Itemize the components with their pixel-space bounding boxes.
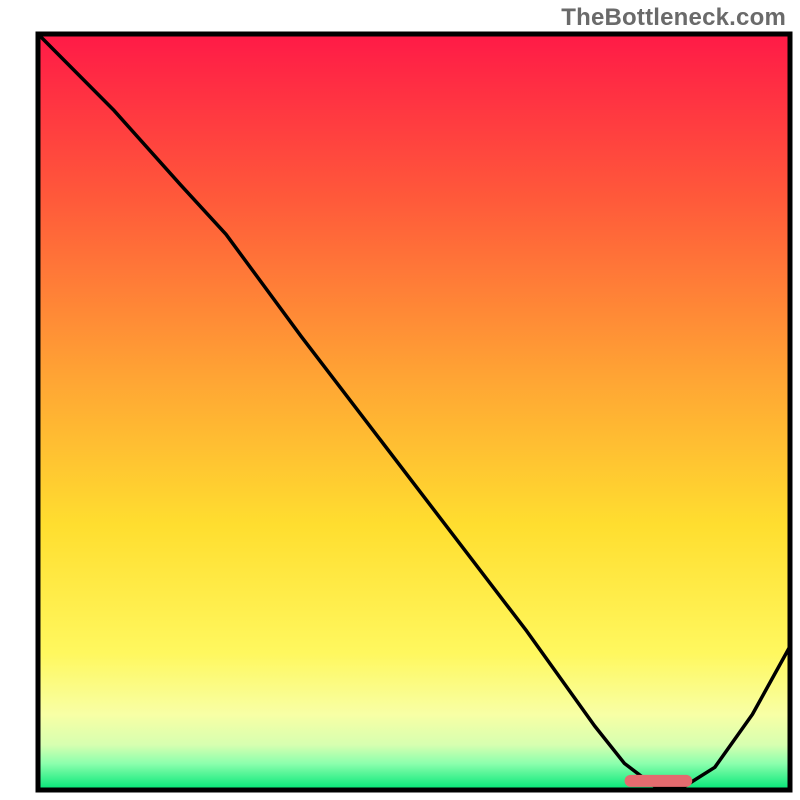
plot-area [38,34,790,790]
chart-container: { "watermark": "TheBottleneck.com", "col… [0,0,800,800]
bottleneck-chart [0,0,800,800]
optimal-range-marker [625,775,693,787]
watermark-text: TheBottleneck.com [561,4,786,32]
plot-background [38,34,790,790]
